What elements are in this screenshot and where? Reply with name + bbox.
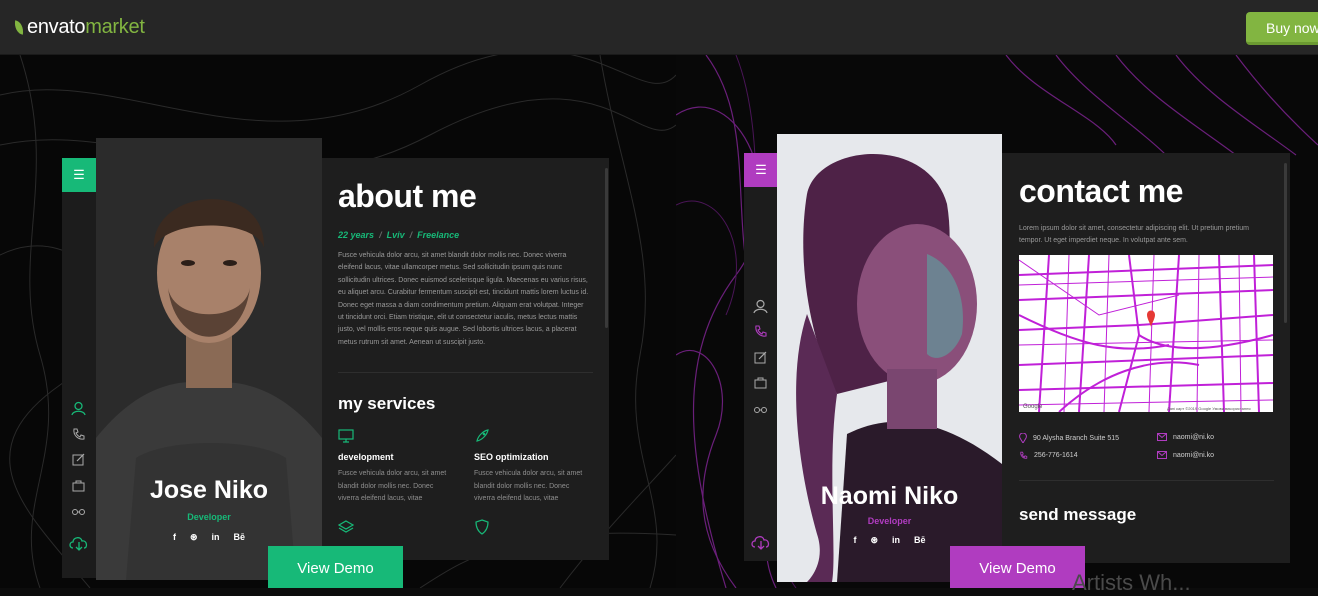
- edit-icon[interactable]: [71, 452, 86, 467]
- social-links: f ⊛ in Bē: [777, 535, 1002, 546]
- behance-icon[interactable]: Bē: [234, 532, 246, 543]
- service-text: Fusce vehicula dolor arcu, sit amet blan…: [474, 470, 583, 502]
- logo-word-market: market: [85, 16, 145, 38]
- partial-heading: Artists Wh...: [1072, 570, 1191, 595]
- services-title: my services: [338, 394, 436, 413]
- view-demo-button[interactable]: View Demo: [950, 546, 1085, 588]
- phone-icon[interactable]: [71, 427, 86, 442]
- service-text: Fusce vehicula dolor arcu, sit amet blan…: [338, 470, 447, 502]
- profile-name: Jose Niko: [149, 476, 269, 504]
- briefcase-icon[interactable]: [753, 375, 768, 390]
- dribbble-icon[interactable]: ⊛: [870, 535, 878, 546]
- about-title: about me: [338, 178, 477, 214]
- email-text[interactable]: naomi@ni.ko: [1173, 452, 1214, 459]
- menu-button[interactable]: ☰: [744, 153, 778, 187]
- leaf-icon: [12, 20, 26, 35]
- shield-icon: [475, 519, 489, 535]
- map-footer: Дані карт ©2019 Google Умови використанн…: [1167, 406, 1251, 411]
- contact-text: Lorem ipsum dolor sit amet, consectetur …: [1019, 225, 1249, 244]
- scrollbar[interactable]: [1284, 163, 1287, 323]
- layers-icon: [338, 520, 354, 533]
- phone-icon: [1020, 451, 1028, 459]
- phone-row: 256-776-1614: [1019, 451, 1078, 460]
- cloud-download-icon[interactable]: [750, 533, 772, 551]
- meta-sep: /: [379, 230, 382, 240]
- scrollbar[interactable]: [605, 168, 608, 328]
- demo-preview-green: ☰ Jose Niko Developer f ⊛ in Bē about me…: [0, 55, 676, 588]
- profile-name: Naomi Niko: [820, 482, 959, 510]
- user-icon[interactable]: [753, 299, 768, 314]
- sidebar: ☰: [62, 158, 96, 578]
- rocket-icon: [476, 429, 489, 442]
- address-text: 90 Alysha Branch Suite 515: [1033, 434, 1120, 442]
- send-message-title: send message: [1019, 505, 1137, 524]
- linkedin-icon[interactable]: in: [212, 532, 220, 543]
- behance-icon[interactable]: Bē: [914, 535, 926, 546]
- mail-icon: [1157, 451, 1167, 459]
- meta-city: Lviv: [386, 230, 405, 240]
- divider: [1019, 480, 1274, 481]
- location-pin-icon: [1019, 433, 1027, 443]
- social-links: f ⊛ in Bē: [96, 532, 322, 543]
- contact-title: contact me: [1019, 173, 1183, 209]
- profile-card: Jose Niko Developer f ⊛ in Bē: [96, 138, 322, 580]
- service-title: development: [338, 452, 394, 462]
- linkedin-icon[interactable]: in: [892, 535, 900, 546]
- monitor-icon: [338, 429, 354, 443]
- glasses-icon[interactable]: [71, 503, 86, 518]
- facebook-icon[interactable]: f: [173, 532, 176, 543]
- profile-card: Naomi Niko Developer f ⊛ in Bē: [777, 134, 1002, 582]
- user-icon[interactable]: [71, 401, 86, 416]
- sidebar: ☰: [744, 153, 778, 561]
- about-meta: 22 years / Lviv / Freelance: [338, 230, 459, 240]
- dribbble-icon[interactable]: ⊛: [190, 532, 198, 543]
- email-row: naomi@ni.ko: [1157, 451, 1214, 459]
- profile-role: Developer: [187, 512, 231, 522]
- email-text[interactable]: naomi@ni.ko: [1173, 434, 1214, 441]
- facebook-icon[interactable]: f: [853, 535, 856, 546]
- phone-icon[interactable]: [753, 324, 768, 339]
- email-row: naomi@ni.ko: [1157, 433, 1214, 441]
- meta-age: 22 years: [338, 230, 375, 240]
- menu-button[interactable]: ☰: [62, 158, 96, 192]
- phone-text[interactable]: 256-776-1614: [1034, 452, 1078, 459]
- envato-market-logo[interactable]: envato market: [12, 16, 145, 39]
- glasses-icon[interactable]: [753, 401, 768, 416]
- top-bar: envato market Buy now: [0, 0, 1318, 55]
- about-text: Fusce vehicula dolor arcu, sit amet blan…: [338, 252, 589, 346]
- profile-photo: [777, 134, 1002, 582]
- meta-sep: /: [409, 230, 413, 240]
- meta-status: Freelance: [417, 230, 460, 240]
- divider: [338, 372, 593, 373]
- map-attribution: Google: [1023, 404, 1043, 410]
- edit-icon[interactable]: [753, 350, 768, 365]
- service-title: SEO optimization: [474, 452, 549, 462]
- cloud-download-icon[interactable]: [68, 534, 90, 552]
- map[interactable]: Google Дані карт ©2019 Google Умови вико…: [1019, 255, 1273, 412]
- demo-preview-purple: ☰ Naomi Niko Developer f ⊛ in Bē contact…: [676, 55, 1318, 588]
- logo-word-envato: envato: [27, 16, 86, 38]
- about-card: about me 22 years / Lviv / Freelance Fus…: [322, 158, 609, 560]
- mail-icon: [1157, 433, 1167, 441]
- buy-now-button[interactable]: Buy now: [1246, 12, 1318, 45]
- profile-role: Developer: [867, 516, 912, 526]
- view-demo-button[interactable]: View Demo: [268, 546, 403, 588]
- briefcase-icon[interactable]: [71, 478, 86, 493]
- address-row: 90 Alysha Branch Suite 515: [1019, 433, 1119, 443]
- contact-card: contact me Lorem ipsum dolor sit amet, c…: [1002, 153, 1290, 563]
